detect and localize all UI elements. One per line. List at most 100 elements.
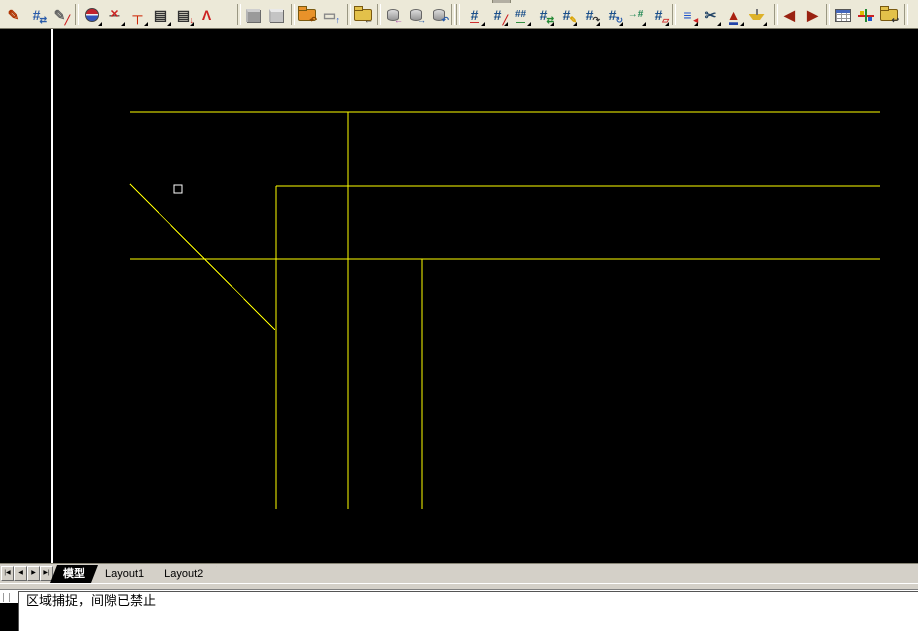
- sheet-tab-model[interactable]: 模型: [50, 565, 98, 583]
- sheet-tab-bar: |◀◀▶▶| 模型Layout1Layout2: [0, 563, 918, 583]
- toolbar-group-9: ◀▶: [778, 3, 824, 27]
- folder-back-icon: [355, 10, 371, 20]
- drawing-line-diagonal-line[interactable]: [130, 184, 275, 330]
- command-line-area[interactable]: 区域捕捉，间隙已禁止: [0, 590, 918, 603]
- drawing-layer: [0, 29, 918, 563]
- dim-update-icon: #: [609, 8, 617, 22]
- box-3d-dark-icon: [246, 9, 260, 22]
- toolbar-button-dim-double[interactable]: ##—: [509, 3, 532, 27]
- toolbar-group-1: ✎#⇄✎╱: [2, 3, 71, 27]
- dim-erase-icon: #: [655, 8, 663, 22]
- toolbar-button-break-line[interactable]: ─✕: [103, 3, 126, 27]
- toolbar-button-paste-block[interactable]: ▭↑: [318, 3, 341, 27]
- box-3d-light-icon: [269, 9, 283, 22]
- dim-edit-icon: #: [563, 8, 571, 22]
- toolbar-button-dim-edit[interactable]: #✎: [555, 3, 578, 27]
- toolbar-button-dim-convert[interactable]: →#: [624, 3, 647, 27]
- pliers-icon: Λ: [202, 8, 211, 22]
- cut-cross-icon: ✂: [705, 8, 717, 22]
- toolbar-button-dim-align[interactable]: #╱: [486, 3, 509, 27]
- toolbar-separator: [826, 4, 830, 25]
- toolbar-button-align-mark[interactable]: ▲▬: [722, 3, 745, 27]
- dim-update-accent-icon: ↻: [615, 16, 623, 25]
- toolbar-button-table[interactable]: [831, 3, 854, 27]
- toolbar-group-7: #—#╱##—#⇄#✎#↷#↻→##▱: [463, 3, 670, 27]
- toolbar-group-10: ↩: [831, 3, 900, 27]
- toolbar-button-dim-hook[interactable]: #↷: [578, 3, 601, 27]
- nav-next-icon: ▶: [807, 8, 818, 22]
- db-undo-icon: [433, 9, 445, 21]
- toolbar-button-dim-baseline[interactable]: #—: [463, 3, 486, 27]
- sketch-pencil-icon: ✎: [8, 8, 20, 22]
- toolbar-button-row-export[interactable]: ▤↓: [172, 3, 195, 27]
- toolbar-group-8: ≡◂ ✂ ▲▬: [676, 3, 768, 27]
- toolbar-button-pliers[interactable]: Λ: [195, 3, 218, 27]
- sheet-tab-layout1[interactable]: Layout1: [92, 566, 157, 583]
- toolbar-button-open-drawing-folder[interactable]: ↶: [295, 3, 318, 27]
- paste-block-accent-icon: ↑: [336, 16, 341, 25]
- dim-edit-accent-icon: ✎: [569, 16, 577, 25]
- toolbar-button-cut-cross[interactable]: ✂: [699, 3, 722, 27]
- toolbar-separator: [75, 4, 79, 25]
- toolbar-separator: [456, 4, 460, 25]
- toolbar-separator: [451, 4, 455, 25]
- erase-sketch-icon: ✎: [54, 8, 66, 22]
- nav-prev-icon: ◀: [784, 8, 795, 22]
- panel-grip-icon[interactable]: [3, 593, 10, 602]
- paste-block-icon: ▭: [323, 8, 336, 22]
- toolbar-button-erase-sketch[interactable]: ✎╱: [48, 3, 71, 27]
- toolbar-button-dim-update[interactable]: #↻: [601, 3, 624, 27]
- batch-list-accent-icon: ◂: [693, 16, 698, 25]
- sheet-tab-layout2[interactable]: Layout2: [151, 566, 216, 583]
- drawing-canvas[interactable]: [0, 29, 918, 563]
- command-text: 区域捕捉，间隙已禁止: [26, 593, 156, 608]
- row-export-icon: ▤: [177, 8, 190, 22]
- erase-sketch-accent-icon: ╱: [65, 16, 70, 25]
- toolbar-button-dim-move[interactable]: #⇄: [532, 3, 555, 27]
- tab-nav-prev-button[interactable]: ◀: [14, 566, 27, 581]
- dim-move-accent-icon: ⇄: [546, 16, 554, 25]
- toolbar-button-row-table[interactable]: ▤: [149, 3, 172, 27]
- statusbar-band: [0, 583, 918, 590]
- break-line-icon: ─: [110, 8, 120, 22]
- toolbar-button-nav-prev[interactable]: ◀: [778, 3, 801, 27]
- toolbar-button-db-import[interactable]: ←: [381, 3, 404, 27]
- toolbar-button-boat[interactable]: [745, 3, 768, 27]
- folder-route-icon: [881, 10, 897, 20]
- tab-nav-next-button[interactable]: ▶: [27, 566, 40, 581]
- db-import-icon: [387, 9, 399, 21]
- row-export-accent-icon: ↓: [190, 16, 195, 25]
- renumber-icon: #: [33, 8, 41, 22]
- toolbar-separator: [904, 4, 908, 25]
- dim-erase-accent-icon: ▱: [662, 16, 669, 25]
- align-mark-icon: ▲: [727, 8, 741, 22]
- toolbar-button-folder-back[interactable]: ←: [351, 3, 374, 27]
- sheet-tabs: 模型Layout1Layout2: [56, 565, 216, 583]
- toolbar-group-6: ←→↶: [381, 3, 450, 27]
- toolbar-button-color-grid[interactable]: [854, 3, 877, 27]
- toolbar-button-db-export[interactable]: →: [404, 3, 427, 27]
- toolbar-group-4: ↶▭↑: [295, 3, 341, 27]
- batch-list-icon: ≡: [683, 8, 691, 22]
- toolbar-button-box-3d-light[interactable]: [264, 3, 287, 27]
- dim-hook-accent-icon: ↷: [592, 16, 600, 25]
- tab-nav-last-button[interactable]: ▶|: [40, 566, 53, 581]
- command-line-panel[interactable]: 区域捕捉，间隙已禁止: [18, 591, 918, 631]
- toolbar-button-renumber[interactable]: #⇄: [25, 3, 48, 27]
- pickbox-cursor-icon: [174, 185, 182, 193]
- toolbar-button-paint-sphere[interactable]: [80, 3, 103, 27]
- toolbar-button-folder-route[interactable]: ↩: [877, 3, 900, 27]
- toolbar-button-sketch-pencil[interactable]: ✎: [2, 3, 25, 27]
- dim-move-icon: #: [540, 8, 548, 22]
- toolbar-button-nav-next[interactable]: ▶: [801, 3, 824, 27]
- toolbar-button-batch-list[interactable]: ≡◂: [676, 3, 699, 27]
- toolbar-group-3: [241, 3, 287, 27]
- dim-align-icon: #: [494, 8, 502, 22]
- tab-nav-first-button[interactable]: |◀: [1, 566, 14, 581]
- toolbar: ✎#⇄✎╱─✕┬▤▤↓Λ↶▭↑←←→↶#—#╱##—#⇄#✎#↷#↻→##▱≡◂…: [0, 0, 918, 29]
- toolbar-button-dim-erase[interactable]: #▱: [647, 3, 670, 27]
- toolbar-button-box-3d-dark[interactable]: [241, 3, 264, 27]
- boat-icon: [749, 9, 765, 21]
- toolbar-button-db-undo[interactable]: ↶: [427, 3, 450, 27]
- toolbar-button-tee-pin[interactable]: ┬: [126, 3, 149, 27]
